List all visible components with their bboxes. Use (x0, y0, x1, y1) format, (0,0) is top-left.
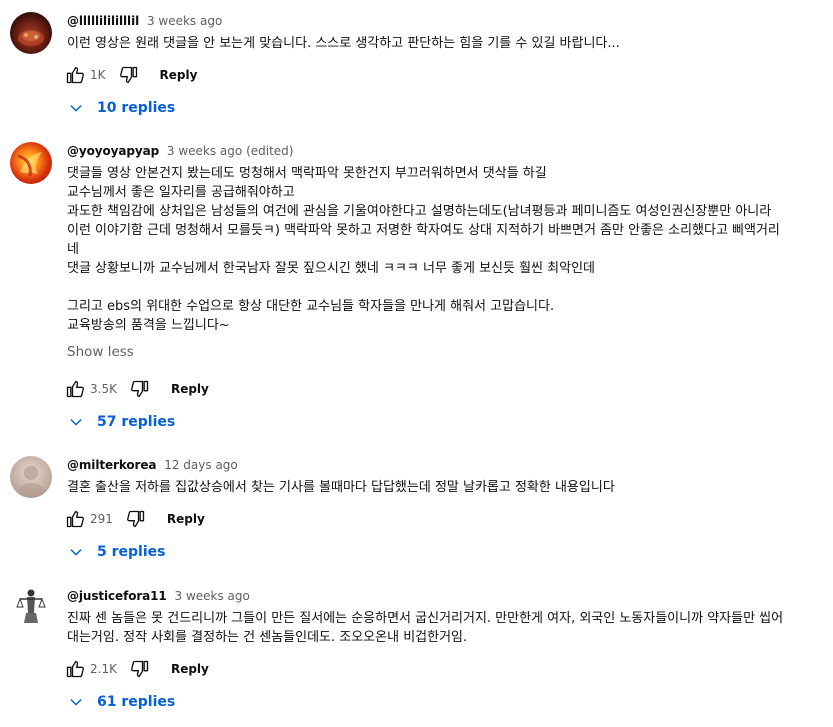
author-name[interactable]: @justicefora11 (67, 589, 167, 603)
like-button[interactable] (62, 656, 88, 682)
chevron-down-icon (70, 419, 82, 426)
replies-count-label: 57 replies (97, 414, 176, 430)
avatar[interactable] (10, 12, 52, 54)
thumbs-down-icon (126, 510, 145, 528)
reply-button[interactable]: Reply (171, 382, 209, 396)
comment-header: @lllllilililllil 3 weeks ago (67, 12, 825, 30)
comment-line: 결혼 출산을 저하를 집값상승에서 찾는 기사를 볼때마다 답답했는데 정말 날… (67, 480, 615, 495)
thumbs-down-icon (131, 380, 149, 398)
comment-line: 교육방송의 품격을 느낍니다~ (67, 318, 230, 333)
comment-line: 이런 영상은 원래 댓글을 안 보는게 맞습니다. 스스로 생각하고 판단하는 … (67, 36, 620, 51)
comment-actions: 291 Reply (62, 503, 205, 535)
avatar-image (16, 589, 46, 623)
comment-text: 결혼 출산을 저하를 집값상승에서 찾는 기사를 볼때마다 답답했는데 정말 날… (67, 478, 825, 497)
comment-line: 대는거임. 정작 사회를 결정하는 건 센놈들인데도. 조오오온내 비겁한거임. (67, 630, 468, 645)
dislike-button[interactable] (123, 506, 149, 532)
replies-count-label: 10 replies (97, 100, 176, 116)
comment-line: 과도한 책임감에 상처입은 남성들의 여건에 관심을 기울여야한다고 설명하는데… (67, 204, 772, 219)
author-name[interactable]: @yoyoyapyap (67, 144, 159, 158)
comment-header: @milterkorea 12 days ago (67, 456, 825, 474)
avatar-image (18, 30, 44, 46)
comment-line: 댓글들 영상 안본건지 봤는데도 멍청해서 맥락파악 못한건지 부끄러워하면서 … (67, 166, 547, 181)
comment-line: 교수님께서 좋은 일자리를 공급해줘야하고 (67, 185, 295, 200)
comment-actions: 2.1K Reply (62, 653, 209, 685)
chevron-down-icon (70, 699, 82, 706)
avatar[interactable] (10, 456, 52, 498)
comment-line: 이런 이야기함 근데 멍청해서 모를듯ㅋ) 맥락파악 못하고 저명한 학자여도 … (67, 223, 780, 238)
comment-header: @justicefora11 3 weeks ago (67, 587, 825, 605)
comment-text: 이런 영상은 원래 댓글을 안 보는게 맞습니다. 스스로 생각하고 판단하는 … (67, 34, 825, 53)
thumbs-up-icon (66, 660, 84, 678)
like-count: 2.1K (90, 662, 117, 676)
chevron-down-icon (70, 105, 82, 112)
thumbs-up-icon (66, 380, 84, 398)
dislike-button[interactable] (116, 62, 142, 88)
timestamp[interactable]: 3 weeks ago (edited) (167, 144, 294, 158)
comment-line: 댓글 상황보니까 교수님께서 한국남자 잘못 짚으시긴 했네 ㅋㅋㅋ 너무 좋게… (67, 261, 595, 276)
chevron-down-icon (70, 549, 82, 556)
thumbs-up-icon (66, 510, 84, 528)
comment-line: 진짜 센 놈들은 못 건드리니까 그들이 만든 질서에는 순응하면서 굽신거리거… (67, 611, 784, 626)
author-name[interactable]: @lllllilililllil (67, 14, 139, 28)
timestamp[interactable]: 3 weeks ago (175, 589, 250, 603)
avatar-image (17, 152, 42, 177)
thumbs-down-icon (131, 660, 149, 678)
reply-button[interactable]: Reply (171, 662, 209, 676)
thumbs-down-icon (119, 66, 137, 84)
like-count: 3.5K (90, 382, 117, 396)
dislike-button[interactable] (127, 656, 153, 682)
comment-text: 댓글들 영상 안본건지 봤는데도 멍청해서 맥락파악 못한건지 부끄러워하면서 … (67, 164, 825, 335)
comment-actions: 1K Reply (62, 59, 197, 91)
like-button[interactable] (62, 62, 88, 88)
timestamp[interactable]: 12 days ago (164, 458, 238, 472)
avatar[interactable] (10, 142, 52, 184)
avatar-image (18, 466, 44, 498)
author-name[interactable]: @milterkorea (67, 458, 156, 472)
like-button[interactable] (62, 506, 88, 532)
avatar[interactable] (10, 585, 52, 627)
like-count: 291 (90, 512, 113, 526)
replies-count-label: 61 replies (97, 694, 176, 710)
thumbs-up-icon (66, 66, 84, 84)
view-replies-button[interactable]: 5 replies (68, 539, 165, 565)
view-replies-button[interactable]: 57 replies (68, 409, 175, 435)
comment-actions: 3.5K Reply (62, 373, 209, 405)
show-less-button[interactable]: Show less (67, 342, 825, 362)
view-replies-button[interactable]: 61 replies (68, 689, 175, 715)
comment-line: 네 (67, 242, 79, 257)
reply-button[interactable]: Reply (160, 68, 198, 82)
comment-line: 그리고 ebs의 위대한 수업으로 항상 대단한 교수님들 학자들을 만나게 해… (67, 299, 555, 314)
timestamp[interactable]: 3 weeks ago (147, 14, 222, 28)
comment-header: @yoyoyapyap 3 weeks ago (edited) (67, 142, 825, 160)
dislike-button[interactable] (127, 376, 153, 402)
like-button[interactable] (62, 376, 88, 402)
comment-text: 진짜 센 놈들은 못 건드리니까 그들이 만든 질서에는 순응하면서 굽신거리거… (67, 609, 825, 647)
reply-button[interactable]: Reply (167, 512, 205, 526)
like-count: 1K (90, 68, 106, 82)
view-replies-button[interactable]: 10 replies (68, 95, 175, 121)
replies-count-label: 5 replies (97, 544, 166, 560)
